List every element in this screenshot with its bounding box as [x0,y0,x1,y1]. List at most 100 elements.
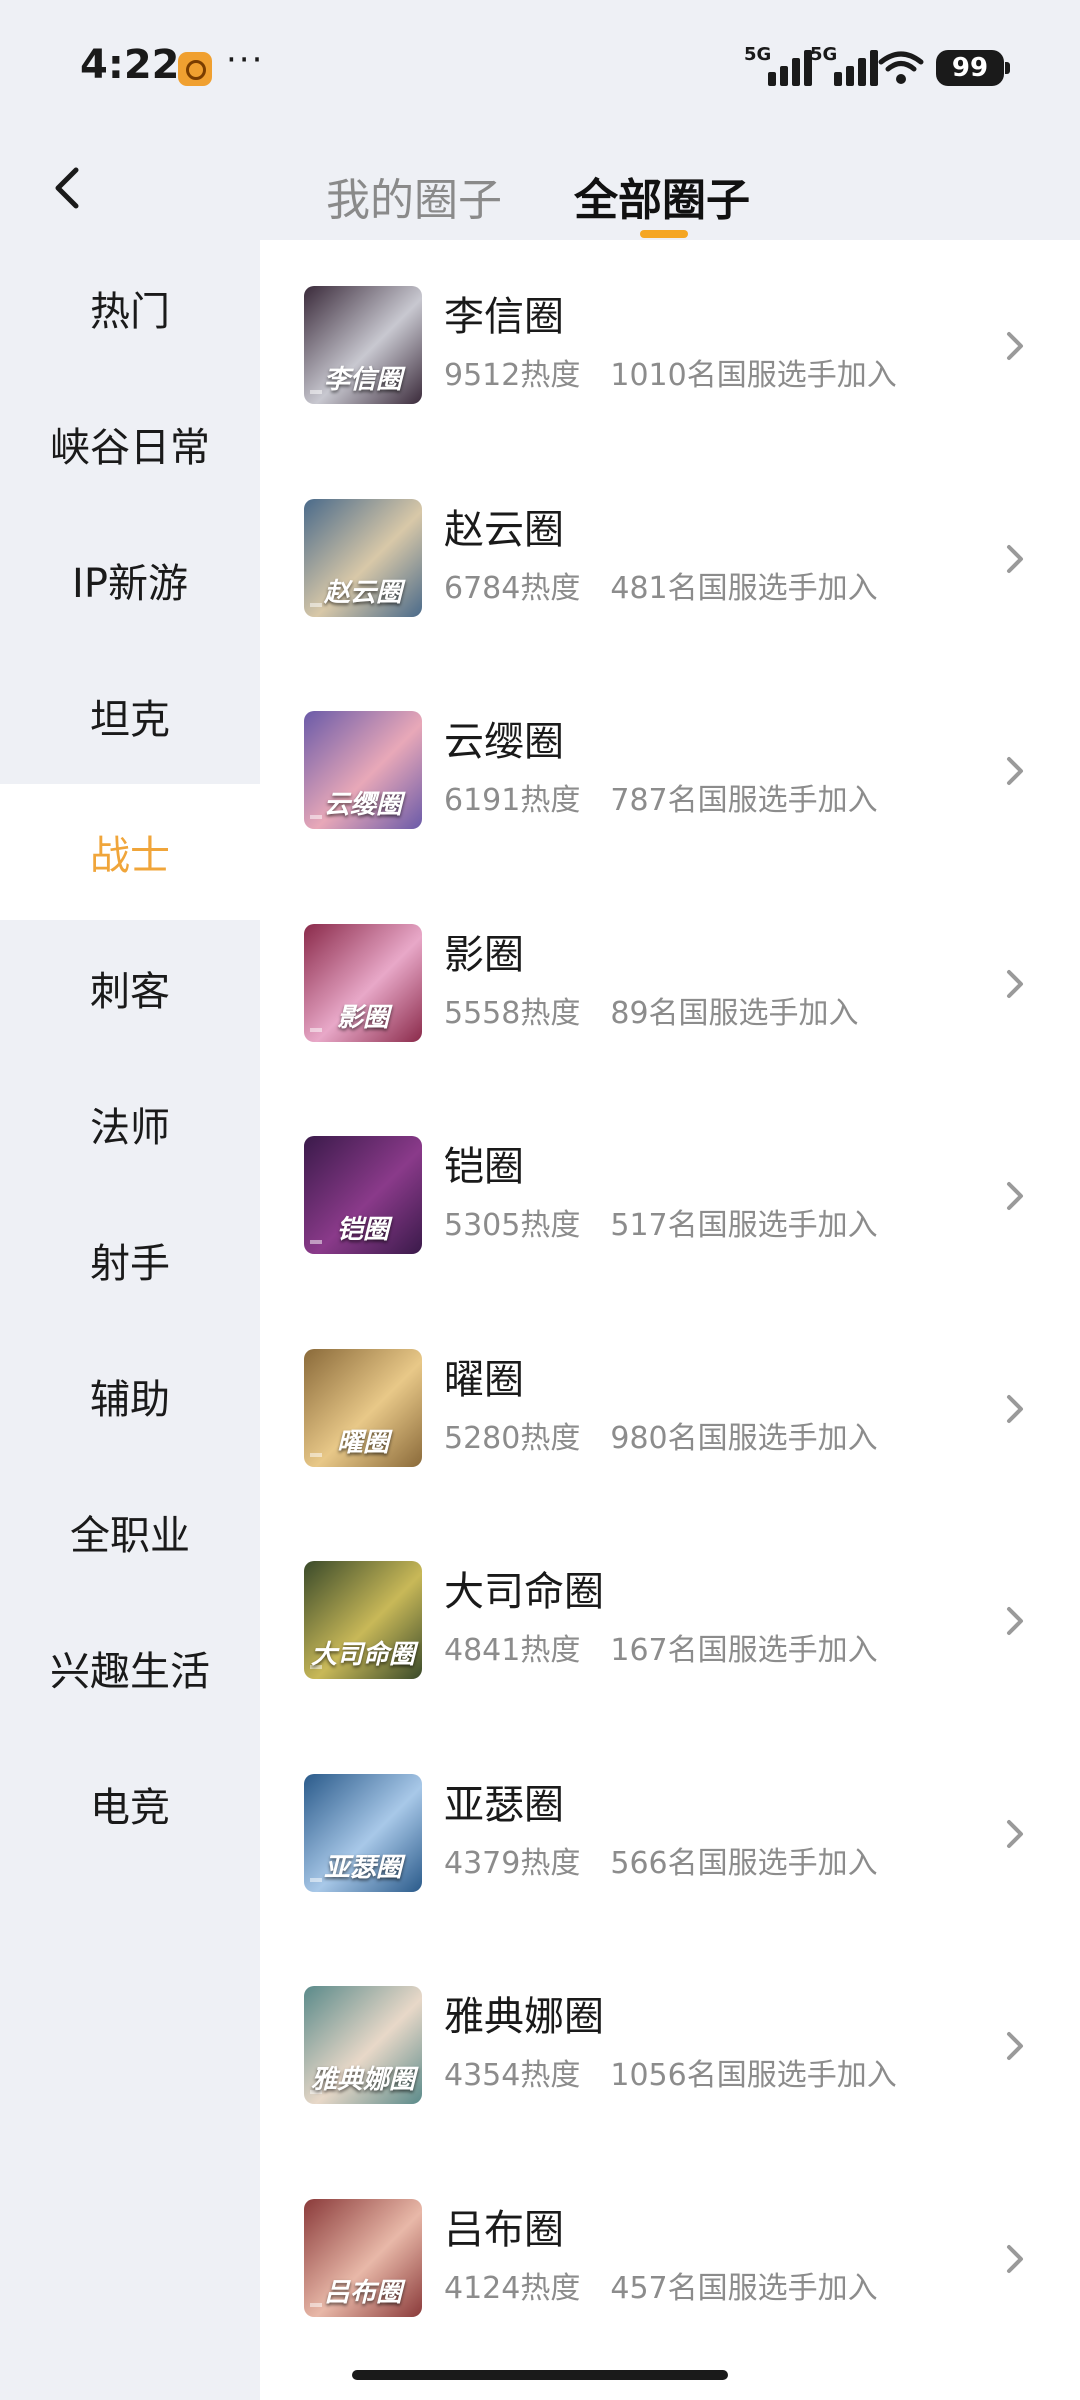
chevron-right-icon[interactable] [1000,1814,1030,1854]
thumbnail-label: 影圈 [336,1003,389,1033]
circle-list-item[interactable]: 铠圈 铠圈 5305热度 517名国服选手加入 [260,1090,1080,1302]
circle-stats: 4124热度 457名国服选手加入 [444,2263,878,2307]
chevron-right-icon[interactable] [1000,751,1030,791]
circle-stats: 4841热度 167名国服选手加入 [444,1625,878,1669]
circle-name: 大司命圈 [444,1569,604,1615]
circle-list-item[interactable]: 李信圈 李信圈 9512热度 1010名国服选手加入 [260,240,1080,452]
thumbnail-label: 雅典娜圈 [310,2065,415,2095]
chevron-left-icon [55,167,79,209]
circle-thumbnail: 李信圈 [304,286,422,404]
thumbnail-label: 云缨圈 [323,790,402,820]
circle-name: 铠圈 [444,1144,524,1190]
chevron-right-icon[interactable] [1000,1601,1030,1641]
sidebar-item-mage[interactable]: 法师 [0,1056,260,1192]
circle-name: 影圈 [444,932,524,978]
circle-thumbnail: 吕布圈 [304,2199,422,2317]
thumbnail-label: 吕布圈 [323,2278,402,2308]
sidebar-item-esports[interactable]: 电竞 [0,1736,260,1872]
home-indicator[interactable] [352,2370,728,2380]
circle-heat: 5305热度 [444,1208,581,1243]
status-time: 4:22 [80,42,180,88]
header: 我的圈子 全部圈子 [0,140,1080,240]
circle-name: 赵云圈 [444,507,564,553]
circle-list-item[interactable]: 云缨圈 云缨圈 6191热度 787名国服选手加入 [260,665,1080,877]
sidebar-item-support[interactable]: 辅助 [0,1328,260,1464]
chevron-right-icon[interactable] [1000,1176,1030,1216]
more-notifications-icon: ··· [226,40,265,80]
sidebar-item-assassin[interactable]: 刺客 [0,920,260,1056]
circle-members: 980名国服选手加入 [610,1421,878,1456]
chevron-right-icon[interactable] [1000,326,1030,366]
circle-members: 1056名国服选手加入 [610,2058,897,2093]
sidebar-item-warrior[interactable]: 战士 [0,784,260,920]
back-button[interactable] [40,152,100,222]
wifi-icon [878,51,924,84]
chevron-right-icon[interactable] [1000,2239,1030,2279]
chevron-right-icon[interactable] [1000,539,1030,579]
circle-name: 吕布圈 [444,2207,564,2253]
circle-stats: 5280热度 980名国服选手加入 [444,1413,878,1457]
chevron-right-icon[interactable] [1000,1389,1030,1429]
battery-level: 99 [951,53,989,83]
circle-name: 曜圈 [444,1357,524,1403]
circle-members: 167名国服选手加入 [610,1633,878,1668]
circle-thumbnail: 大司命圈 [304,1561,422,1679]
thumbnail-label: 李信圈 [323,365,402,395]
chevron-right-icon[interactable] [1000,2026,1030,2066]
circle-list-item[interactable]: 赵云圈 赵云圈 6784热度 481名国服选手加入 [260,453,1080,665]
circle-heat: 9512热度 [444,358,581,393]
circle-name: 云缨圈 [444,719,564,765]
thumbnail-label: 赵云圈 [323,578,402,608]
circle-stats: 9512热度 1010名国服选手加入 [444,350,897,394]
circle-name: 李信圈 [444,294,564,340]
circle-thumbnail: 雅典娜圈 [304,1986,422,2104]
circle-thumbnail: 亚瑟圈 [304,1774,422,1892]
circle-heat: 5280热度 [444,1421,581,1456]
app-notification-icon [178,52,212,86]
network-type-label-2: 5G [810,44,838,65]
cellular-signal-icon-2: 5G [810,44,878,86]
sidebar-item-all-roles[interactable]: 全职业 [0,1464,260,1600]
circle-heat: 4841热度 [444,1633,581,1668]
circle-thumbnail: 曜圈 [304,1349,422,1467]
thumbnail-label: 铠圈 [336,1215,389,1245]
sidebar-item-ip-new-games[interactable]: IP新游 [0,512,260,648]
sidebar-item-interest-life[interactable]: 兴趣生活 [0,1600,260,1736]
circle-members: 89名国服选手加入 [610,996,859,1031]
circle-stats: 5305热度 517名国服选手加入 [444,1200,878,1244]
circle-members: 566名国服选手加入 [610,1846,878,1881]
circle-heat: 4379热度 [444,1846,581,1881]
tab-my-circles[interactable]: 我的圈子 [326,164,502,228]
circle-members: 457名国服选手加入 [610,2271,878,2306]
circle-thumbnail: 赵云圈 [304,499,422,617]
status-bar: 4:22 ··· 5G 5G 99 [0,0,1080,140]
circle-list-item[interactable]: 雅典娜圈 雅典娜圈 4354热度 1056名国服选手加入 [260,1940,1080,2152]
circle-list-item[interactable]: 亚瑟圈 亚瑟圈 4379热度 566名国服选手加入 [260,1728,1080,1940]
chevron-right-icon[interactable] [1000,964,1030,1004]
circle-list-item[interactable]: 曜圈 曜圈 5280热度 980名国服选手加入 [260,1303,1080,1515]
circle-members: 517名国服选手加入 [610,1208,878,1243]
circle-heat: 4354热度 [444,2058,581,2093]
circle-list-item[interactable]: 吕布圈 吕布圈 4124热度 457名国服选手加入 [260,2153,1080,2365]
sidebar-item-marksman[interactable]: 射手 [0,1192,260,1328]
circle-stats: 6784热度 481名国服选手加入 [444,563,878,607]
cellular-signal-icon-1: 5G [744,44,812,86]
thumbnail-label: 曜圈 [336,1428,389,1458]
circle-thumbnail: 影圈 [304,924,422,1042]
circle-members: 481名国服选手加入 [610,571,878,606]
tab-active-indicator [640,230,688,238]
circle-list-item[interactable]: 影圈 影圈 5558热度 89名国服选手加入 [260,878,1080,1090]
circle-list-item[interactable]: 大司命圈 大司命圈 4841热度 167名国服选手加入 [260,1515,1080,1727]
tab-all-circles[interactable]: 全部圈子 [574,164,750,228]
sidebar-item-tank[interactable]: 坦克 [0,648,260,784]
circle-stats: 5558热度 89名国服选手加入 [444,988,859,1032]
screen: 4:22 ··· 5G 5G 99 我的圈子 全部圈子 热门 峡谷日常 IP新游… [0,0,1080,2400]
circle-members: 1010名国服选手加入 [610,358,897,393]
circle-name: 雅典娜圈 [444,1994,604,2040]
sidebar-item-hot[interactable]: 热门 [0,240,260,376]
circle-stats: 4379热度 566名国服选手加入 [444,1838,878,1882]
sidebar-item-canyon-daily[interactable]: 峡谷日常 [0,376,260,512]
circle-heat: 4124热度 [444,2271,581,2306]
circle-stats: 4354热度 1056名国服选手加入 [444,2050,897,2094]
circle-thumbnail: 云缨圈 [304,711,422,829]
